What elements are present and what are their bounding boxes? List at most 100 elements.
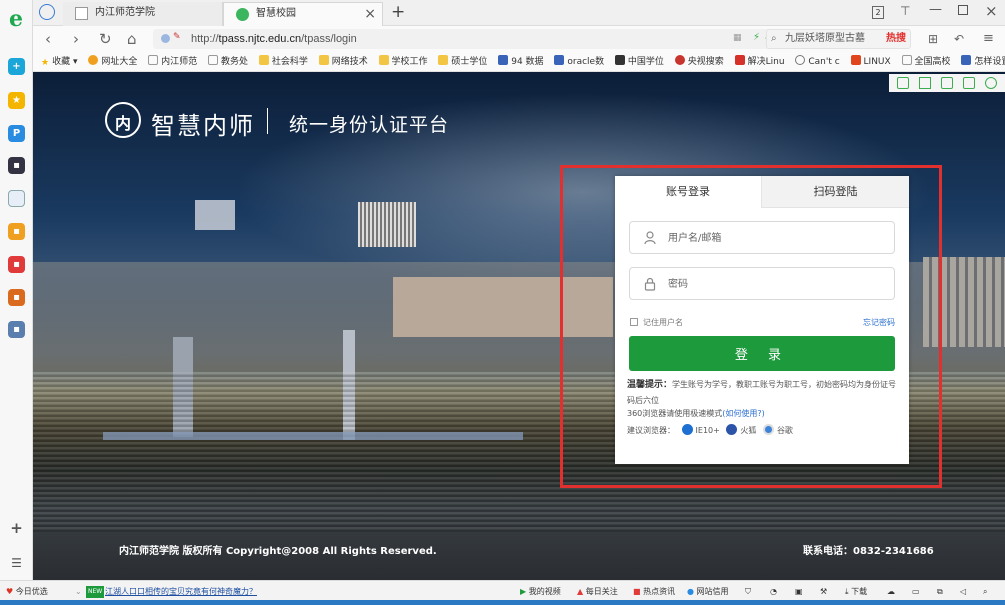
bookmark-item[interactable]: 学校工作 xyxy=(378,52,428,71)
download-button[interactable]: ⤓ 下载 xyxy=(845,586,867,598)
bookmark-item[interactable]: 内江师范 xyxy=(148,52,197,71)
undo-icon[interactable]: ↶ xyxy=(954,30,964,48)
fullscreen-icon[interactable] xyxy=(919,77,931,89)
username-input[interactable] xyxy=(668,229,878,247)
back-icon[interactable]: ‹ xyxy=(45,30,51,48)
tools-icon[interactable]: ⚒ xyxy=(820,586,827,598)
bookmark-item[interactable]: 解决Linu xyxy=(734,52,785,71)
settings-icon[interactable] xyxy=(985,77,997,89)
sidebar-app-icon[interactable]: ▪ xyxy=(8,157,25,174)
bookmark-item[interactable]: 全国高校 xyxy=(901,52,951,71)
tab-account-login[interactable]: 账号登录 xyxy=(615,176,761,208)
forward-icon[interactable]: › xyxy=(73,30,79,48)
sidebar-p-icon[interactable]: P xyxy=(8,125,25,142)
tab-njtc[interactable]: 内江师范学院 xyxy=(63,2,223,26)
remember-username-checkbox[interactable]: 记住用户名 xyxy=(630,317,683,328)
image-icon[interactable]: ▣ xyxy=(795,586,803,598)
bookmark-favicon-icon xyxy=(88,55,99,65)
browser-logo-icon[interactable]: e xyxy=(5,8,27,30)
sidebar-game3-icon[interactable]: ▪ xyxy=(8,321,25,338)
minimize-icon[interactable]: — xyxy=(929,2,942,17)
maximize-icon[interactable] xyxy=(958,5,968,15)
close-tab-icon[interactable]: × xyxy=(364,3,376,25)
compat-mode-icon[interactable]: ▦ xyxy=(733,33,742,43)
url-field[interactable]: ✎ http://tpass.njtc.edu.cn/tpass/login ▦… xyxy=(153,29,793,49)
apps-grid-icon[interactable]: ⊞ xyxy=(928,30,938,48)
window-icon[interactable]: ⧉ xyxy=(937,586,943,598)
bridge xyxy=(103,432,523,440)
bookmark-item[interactable]: ★ 收藏 ▾ xyxy=(41,52,77,71)
sidebar-doc-icon[interactable] xyxy=(8,190,25,207)
os-taskbar xyxy=(0,600,1005,605)
hot-news[interactable]: ■ 热点资讯 xyxy=(633,586,675,598)
firefox-icon xyxy=(726,424,738,435)
volume-icon[interactable]: ◁ xyxy=(960,586,966,598)
chevron-down-icon[interactable]: ⌄ xyxy=(75,586,82,598)
daily-picks[interactable]: ♥ 今日优选 xyxy=(6,586,48,598)
sidebar-game-icon[interactable]: ▪ xyxy=(8,223,25,240)
login-button[interactable]: 登 录 xyxy=(629,336,895,371)
security-icon: ✎ xyxy=(173,32,181,42)
save-icon[interactable] xyxy=(941,77,953,89)
sidebar-shop-icon[interactable]: ▪ xyxy=(8,256,25,273)
tab-smart-campus[interactable]: 智慧校园 × xyxy=(223,2,383,26)
login-tip: 温馨提示：学生账号为学号，教职工账号为职工号，初始密码均为身份证号码后六位 xyxy=(627,380,897,405)
folder-icon xyxy=(438,55,449,65)
checkbox-icon[interactable] xyxy=(630,318,638,326)
bookmark-item[interactable]: 硕士学位 xyxy=(438,52,487,71)
search-input[interactable]: ⌕ 九层妖塔原型古墓 热搜 xyxy=(766,29,911,49)
share-icon[interactable] xyxy=(963,77,975,89)
daily-focus[interactable]: ▲ 每日关注 xyxy=(577,586,618,598)
bookmark-item[interactable]: 中国学位 xyxy=(614,52,664,71)
site-info-icon[interactable] xyxy=(161,34,170,43)
video-icon: ▶ xyxy=(520,587,527,596)
bookmark-item[interactable]: 社会科学 xyxy=(258,52,308,71)
username-field[interactable] xyxy=(629,221,895,254)
refresh-icon[interactable]: ↻ xyxy=(99,30,112,48)
speed-icon[interactable]: ◔ xyxy=(770,586,777,598)
monitor-icon[interactable]: ▭ xyxy=(912,586,920,598)
bookmark-item[interactable]: LINUX xyxy=(850,52,891,71)
bookmark-favicon-icon xyxy=(554,55,565,65)
star-icon: ★ xyxy=(41,58,50,68)
bookmark-item[interactable]: oracle数 xyxy=(554,52,604,71)
navigate-icon[interactable] xyxy=(39,4,55,20)
sidebar-star-icon[interactable]: ★ xyxy=(8,92,25,109)
bookmark-item[interactable]: 怎样设置 xyxy=(961,52,1005,71)
sidebar-add-icon[interactable]: + xyxy=(8,520,25,537)
menu-icon[interactable]: ≡ xyxy=(983,30,994,48)
my-videos[interactable]: ▶ 我的视频 xyxy=(520,586,561,598)
password-input[interactable] xyxy=(668,275,878,293)
shield-icon[interactable]: ⛉ xyxy=(745,586,751,598)
sidebar-game2-icon[interactable]: ▪ xyxy=(8,289,25,306)
tab-count-badge[interactable]: 2 xyxy=(872,6,884,19)
site-credit[interactable]: ● 网站信用 xyxy=(687,586,729,598)
home-icon[interactable]: ⌂ xyxy=(127,30,137,48)
sidebar-plus-icon[interactable]: + xyxy=(8,58,25,75)
sidebar-list-icon[interactable]: ☰ xyxy=(8,555,25,572)
shirt-icon[interactable]: ⊤ xyxy=(900,4,910,18)
bookmark-item[interactable]: 网络技术 xyxy=(318,52,368,71)
bookmark-item[interactable]: Can't c xyxy=(795,52,840,71)
tab-qr-login[interactable]: 扫码登陆 xyxy=(761,176,909,208)
close-window-icon[interactable]: × xyxy=(985,2,998,20)
login-panel: 账号登录 扫码登陆 记住用户名 忘记密码 登 录 温馨提示：学生账号为学号，教职… xyxy=(615,176,909,464)
password-field[interactable] xyxy=(629,267,895,300)
search-icon[interactable]: ⌕ xyxy=(983,586,987,598)
news-headline-link[interactable]: 江湖人口口相传的宝贝究竟有何神奇魔力？ xyxy=(105,586,257,598)
how-to-use-link[interactable]: (如何使用?) xyxy=(722,409,765,418)
reader-icon[interactable] xyxy=(897,77,909,89)
ie-icon xyxy=(681,424,693,435)
forgot-password-link[interactable]: 忘记密码 xyxy=(863,317,895,328)
hot-search-badge[interactable]: 热搜 xyxy=(886,30,906,48)
page-icon xyxy=(208,55,218,65)
bookmark-item[interactable]: 央视搜索 xyxy=(674,52,724,71)
bookmark-favicon-icon xyxy=(850,55,861,65)
graduation-cap-icon xyxy=(614,55,625,65)
bookmark-item[interactable]: 教务处 xyxy=(208,52,248,71)
new-tab-button[interactable]: + xyxy=(391,2,405,22)
bookmark-item[interactable]: 94 数据 xyxy=(498,52,544,71)
cloud-icon[interactable]: ☁ xyxy=(887,586,895,598)
bookmark-item[interactable]: 网址大全 xyxy=(88,52,137,71)
campus-favicon-icon xyxy=(236,8,249,21)
